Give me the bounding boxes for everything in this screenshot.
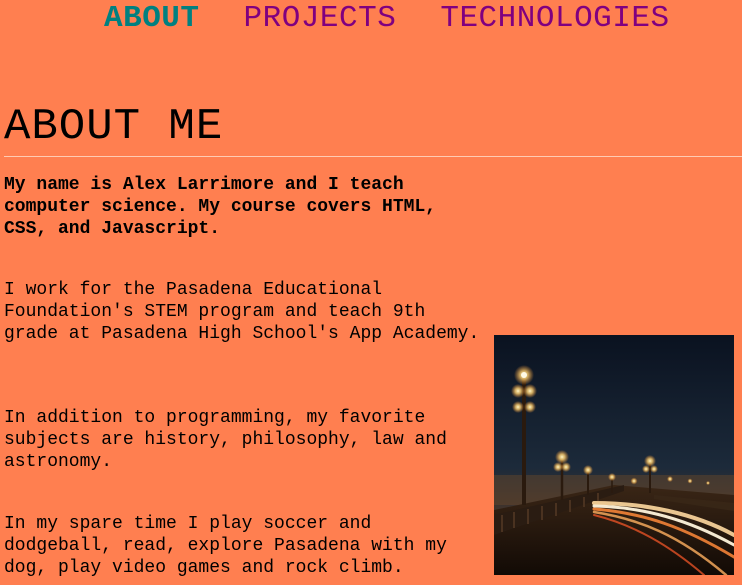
nav-link-about[interactable]: ABOUT <box>104 0 200 38</box>
main-nav: ABOUT PROJECTS TECHNOLOGIES <box>104 0 670 38</box>
page-title: ABOUT ME <box>4 102 224 152</box>
intro-paragraph: My name is Alex Larrimore and I teach co… <box>4 175 437 239</box>
nav-link-technologies[interactable]: TECHNOLOGIES <box>440 0 669 38</box>
work-paragraph: I work for the Pasadena Educational Foun… <box>4 280 480 344</box>
interests-paragraph: In addition to programming, my favorite … <box>4 408 447 472</box>
title-divider <box>4 156 742 157</box>
hobbies-paragraph: In my spare time I play soccer and dodge… <box>4 514 447 578</box>
bridge-at-night-photo <box>494 335 734 575</box>
nav-link-projects[interactable]: PROJECTS <box>244 0 397 38</box>
